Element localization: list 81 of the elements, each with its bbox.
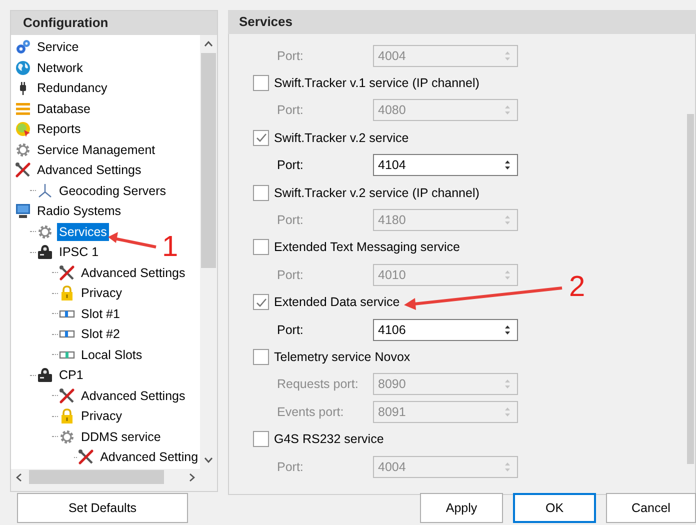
vertical-scrollbar[interactable] [200,35,217,469]
checkbox-label: Swift.Tracker v.2 service [274,130,409,145]
checkbox-label: Telemetry service Novox [274,350,410,364]
axes-icon [37,182,53,199]
tree-item[interactable]: Advanced Setting [98,448,200,466]
tree-item[interactable]: IPSC 1 [57,243,101,262]
tree-item[interactable]: Radio Systems [35,202,124,220]
checkmark-icon [256,133,266,142]
annotation-number: 2 [569,272,586,302]
gear-icon [15,39,31,56]
tree-item[interactable]: Network [35,58,85,77]
tree-item[interactable]: Services [57,222,109,241]
port-label: Port: [276,103,304,118]
radio-icon [37,367,53,384]
scroll-right-icon[interactable] [189,472,195,482]
port-label: Port: [276,322,304,337]
port-label: Port: [276,213,304,228]
set-defaults-button[interactable]: Set Defaults [17,493,188,523]
tools-icon [59,264,75,281]
port-label: Port: [276,268,304,282]
port-spinbox[interactable]: 4104 [373,154,518,176]
panel-header: Services [228,10,696,34]
lock-icon [59,285,75,302]
tree-item[interactable]: Service [35,38,81,56]
tree-item[interactable]: Service Management [35,140,158,159]
cancel-button[interactable]: Cancel [606,493,696,523]
tree-item[interactable]: Advanced Settings [79,386,188,405]
monitor-icon [15,203,31,220]
port-label: Port: [276,158,304,172]
lock-icon [59,408,75,424]
checkmark-icon [256,298,266,307]
tree-item[interactable]: Advanced Settings [35,161,144,180]
tree-item[interactable]: Database [35,100,93,118]
checkbox-label: Swift.Tracker v.2 service (IP channel) [274,186,480,200]
scroll-left-icon[interactable] [16,472,22,482]
port-label: Port: [276,48,304,63]
spin-arrows-icon[interactable] [504,159,511,172]
scroll-up-icon[interactable] [204,41,214,47]
tree-item[interactable]: Slot #2 [79,325,122,344]
tree-item[interactable]: Local Slots [79,346,144,364]
radio-icon [37,244,53,260]
database-icon [15,100,31,117]
tree-item[interactable]: Privacy [79,407,124,426]
gear-icon [59,428,75,445]
tree-item[interactable]: DDMS service [79,428,163,446]
checkbox[interactable] [253,239,269,256]
annotation-number: 1 [162,232,178,262]
tree-item[interactable]: Advanced Settings [79,264,188,282]
tree-item[interactable]: CP1 [57,366,86,384]
spin-arrows-icon[interactable] [504,324,511,336]
tools-icon [78,449,94,466]
panel-header: Configuration [11,11,217,35]
gear-icon [15,142,31,158]
checkbox[interactable] [253,130,269,146]
tools-icon [15,162,31,178]
checkbox[interactable] [253,431,269,448]
tree-item[interactable]: Privacy [79,284,124,302]
scroll-down-icon[interactable] [204,457,214,463]
tree-item[interactable]: Redundancy [35,79,110,98]
port-label: Port: [276,460,304,474]
port-spinbox[interactable]: 4106 [373,318,518,341]
tools-icon [59,388,75,404]
tree-item[interactable]: Geocoding Servers [57,182,168,200]
checkbox-label: Extended Data service [274,295,400,310]
checkbox[interactable] [253,348,269,365]
tree-item[interactable]: Reports [35,120,83,138]
globe-icon [15,60,31,76]
tree-item[interactable]: Slot #1 [79,304,122,323]
ok-button[interactable]: OK [513,493,596,523]
checkbox-label: Swift.Tracker v.1 service (IP channel) [274,76,480,90]
gear-icon [37,224,53,240]
port-label: Events port: [276,404,345,419]
apply-button[interactable]: Apply [420,493,503,523]
checkbox[interactable] [253,184,269,201]
checkbox-label: Extended Text Messaging service [274,240,460,254]
checkbox[interactable] [253,294,269,310]
checkbox-label: G4S RS232 service [274,432,384,446]
annotation-arrow [108,232,156,248]
port-label: Requests port: [276,377,360,392]
checkbox[interactable] [253,75,269,92]
report-icon [15,121,31,138]
